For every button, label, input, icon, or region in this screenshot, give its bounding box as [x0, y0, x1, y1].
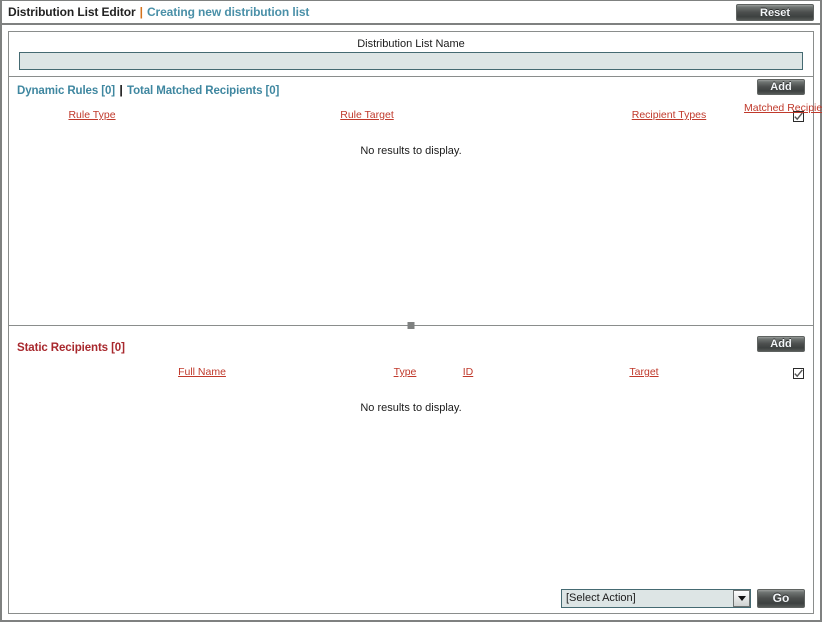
- go-button[interactable]: Go: [757, 588, 805, 608]
- page-title: Distribution List Editor: [8, 5, 136, 19]
- title-separator: |: [139, 5, 143, 19]
- distribution-list-name-label: Distribution List Name: [357, 38, 465, 50]
- column-header-full-name[interactable]: Full Name: [171, 367, 233, 378]
- distribution-list-name-section: Distribution List Name: [9, 32, 813, 77]
- select-action-dropdown[interactable]: [Select Action]: [561, 588, 751, 608]
- column-header-id[interactable]: ID: [456, 367, 480, 378]
- column-header-matched-recipients[interactable]: Matched Recipients: [744, 103, 822, 114]
- caret-shape: [737, 595, 746, 601]
- static-recipients-column-headers: Full Name Type ID Target: [9, 356, 813, 382]
- action-footer: [Select Action] Go: [9, 583, 813, 613]
- select-action-value: [Select Action]: [566, 592, 636, 604]
- static-recipients-select-all-checkbox[interactable]: [793, 368, 804, 379]
- dynamic-rules-header: Dynamic Rules [0] | Total Matched Recipi…: [9, 77, 813, 99]
- static-recipients-panel: Static Recipients [0] Add Full Name Type I…: [9, 334, 813, 577]
- distribution-list-editor-window: Distribution List Editor | Creating new …: [0, 0, 822, 622]
- column-header-rule-target[interactable]: Rule Target: [335, 110, 399, 121]
- static-recipients-add-button[interactable]: Add: [757, 336, 805, 352]
- column-header-recipient-types[interactable]: Recipient Types: [627, 110, 711, 121]
- reset-button[interactable]: Reset: [736, 4, 814, 21]
- static-recipients-header: Static Recipients [0] Add: [9, 334, 813, 356]
- column-header-rule-type[interactable]: Rule Type: [61, 110, 123, 121]
- dynamic-rules-empty-message: No results to display.: [360, 145, 462, 157]
- dynamic-rules-panel: Dynamic Rules [0] | Total Matched Recipi…: [9, 77, 822, 325]
- dynamic-rules-add-button[interactable]: Add: [757, 79, 805, 95]
- static-recipients-title: Static Recipients [0]: [17, 342, 125, 354]
- dynamic-rules-column-headers: Rule Type Rule Target Recipient Types Match…: [9, 99, 822, 125]
- window-titlebar: Distribution List Editor | Creating new …: [2, 1, 820, 25]
- dynamic-rules-title-separator: |: [119, 85, 123, 97]
- distribution-list-name-input[interactable]: [19, 52, 803, 70]
- dynamic-rules-title: Dynamic Rules [0]: [17, 85, 115, 97]
- static-recipients-empty-message: No results to display.: [360, 402, 462, 414]
- total-matched-recipients-title: Total Matched Recipients [0]: [127, 85, 280, 97]
- column-header-type[interactable]: Type: [387, 367, 423, 378]
- chevron-down-icon[interactable]: [733, 589, 750, 607]
- page-subtitle: Creating new distribution list: [146, 5, 310, 19]
- column-header-target[interactable]: Target: [622, 367, 666, 378]
- panel-splitter[interactable]: [9, 322, 813, 334]
- distribution-list-name-input-wrap: [9, 51, 813, 70]
- editor-card: Distribution List Name Dynamic Rules [0]…: [8, 31, 822, 614]
- splitter-grip-handle[interactable]: [407, 322, 415, 329]
